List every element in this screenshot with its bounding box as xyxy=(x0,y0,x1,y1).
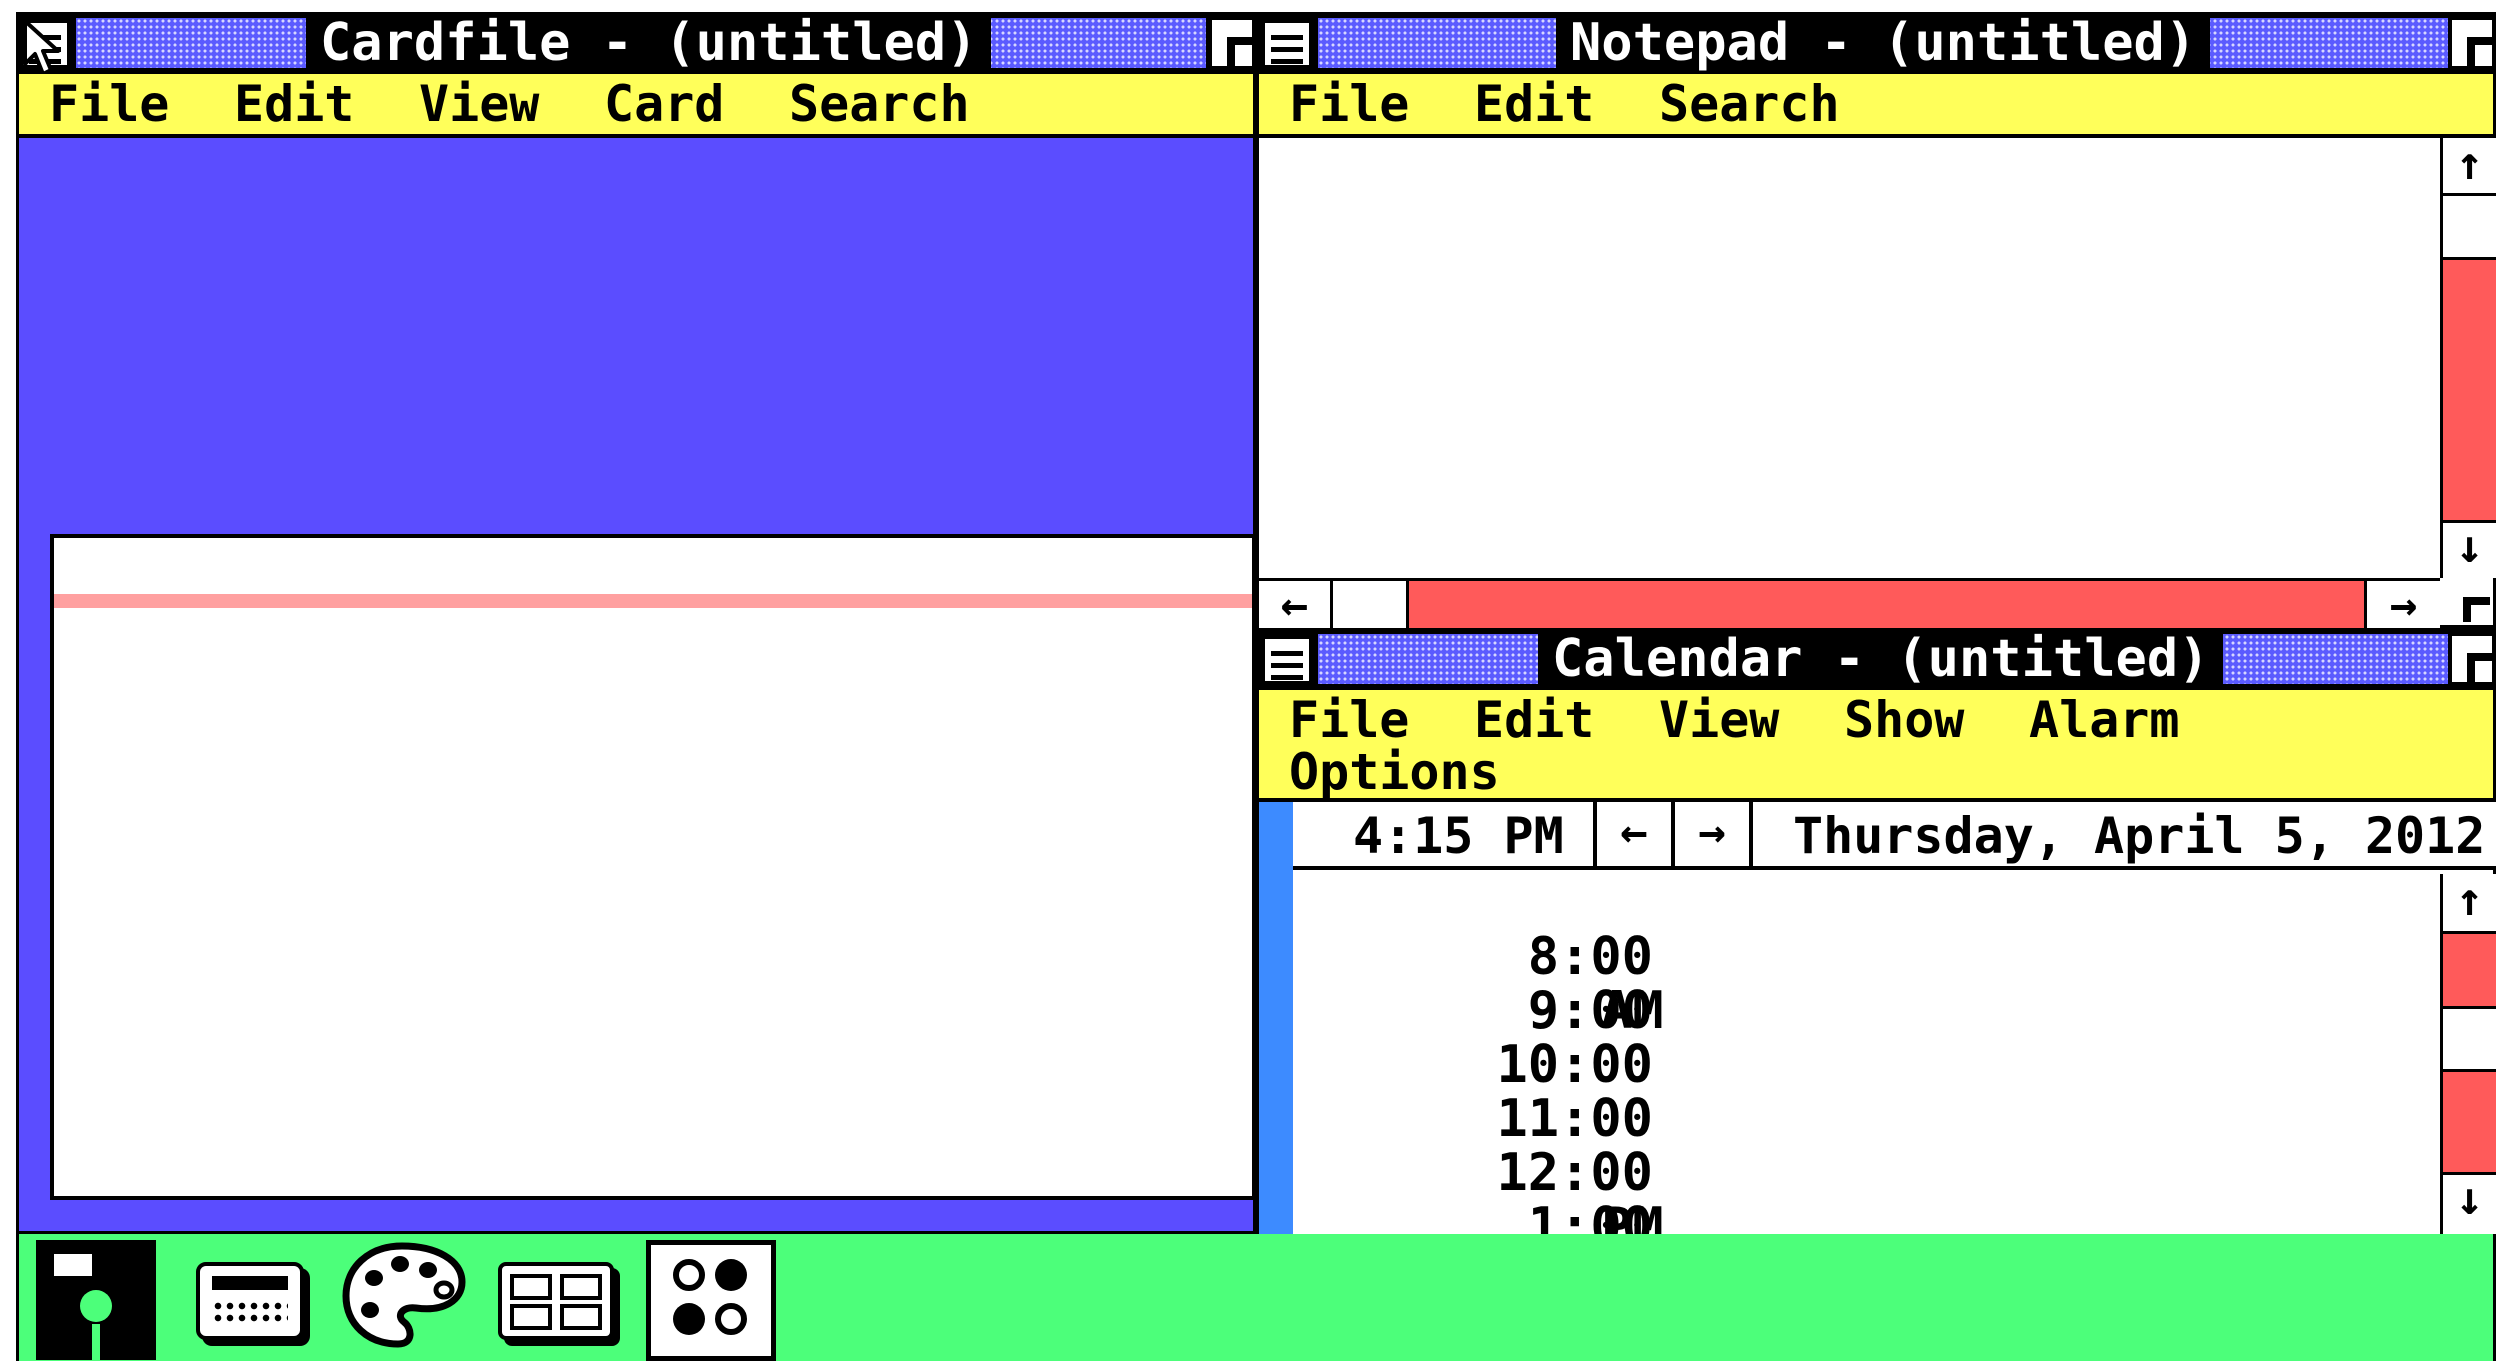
notepad-system-menu-icon[interactable] xyxy=(1262,20,1312,68)
calendar-left-strip xyxy=(1259,802,1293,1234)
reversi-piece-black xyxy=(673,1303,705,1335)
calendar-status-bar: 4:15 PM ← → Thursday, April 5, 2012 xyxy=(1293,802,2496,870)
paint-palette-icon[interactable] xyxy=(340,1240,468,1350)
calculator-icon[interactable] xyxy=(196,1262,304,1340)
notepad-titlebar[interactable]: Notepad - (untitled) xyxy=(1256,12,2496,74)
calendar-menu-file[interactable]: File xyxy=(1289,690,1409,750)
cardfile-menu-search[interactable]: Search xyxy=(789,74,970,134)
notepad-text-area[interactable] xyxy=(1259,138,2439,578)
calendar-menu-alarm[interactable]: Alarm xyxy=(2029,690,2180,750)
cardfile-app-icon[interactable] xyxy=(498,1262,614,1340)
calendar-system-menu-icon[interactable] xyxy=(1262,636,1312,684)
notepad-vscrollbar[interactable]: ↑ ↓ xyxy=(2440,138,2496,578)
cardfile-menu-file[interactable]: File xyxy=(49,74,169,134)
notepad-corner-size-icon xyxy=(2446,582,2490,622)
notepad-hscrollbar[interactable]: ← → xyxy=(1259,578,2440,628)
notepad-title: Notepad - (untitled) xyxy=(1556,12,2211,74)
calendar-appointment-list[interactable]: 8:00 AM 9:00 10:00 11:00 12:00 PM 1:00 xyxy=(1293,874,2440,1254)
cardfile-menu-edit[interactable]: Edit xyxy=(234,74,354,134)
disk-label xyxy=(54,1254,92,1276)
cardfile-icon-cell xyxy=(560,1274,602,1300)
calendar-next-day-icon[interactable]: → xyxy=(1677,808,1747,864)
calculator-display xyxy=(212,1276,288,1290)
notepad-vscroll-track[interactable] xyxy=(2443,260,2496,520)
notepad-vscroll-thumb[interactable] xyxy=(2443,196,2496,260)
calendar-menu-view[interactable]: View xyxy=(1659,690,1779,750)
calendar-size-box-icon[interactable] xyxy=(2452,636,2492,682)
calendar-vscrollbar[interactable]: ↑ ↓ xyxy=(2440,874,2496,1234)
disk-hub xyxy=(80,1290,112,1322)
disk-slot xyxy=(92,1324,100,1360)
card[interactable] xyxy=(50,534,1256,1200)
cardfile-icon-cell xyxy=(510,1304,552,1330)
calendar-titlebar[interactable]: Calendar - (untitled) xyxy=(1256,628,2496,690)
calendar-date: Thursday, April 5, 2012 xyxy=(1793,807,2486,865)
calendar-scroll-up-icon[interactable]: ↑ xyxy=(2443,876,2496,934)
notepad-scroll-down-icon[interactable]: ↓ xyxy=(2443,520,2496,576)
notepad-menu-edit[interactable]: Edit xyxy=(1474,74,1594,134)
notepad-menubar: File Edit Search xyxy=(1259,74,2493,134)
calendar-vscroll-track-upper[interactable] xyxy=(2443,934,2496,1006)
calendar-menu-show[interactable]: Show xyxy=(1844,690,1964,750)
reversi-piece-black xyxy=(715,1259,747,1291)
calendar-current-time: 4:15 PM xyxy=(1353,807,1564,865)
cardfile-icon-cell xyxy=(510,1274,552,1300)
calendar-vscroll-thumb[interactable] xyxy=(2443,1006,2496,1072)
notepad-hscroll-thumb[interactable] xyxy=(1333,581,1409,628)
calendar-vscroll-track-lower[interactable] xyxy=(2443,1072,2496,1172)
cardfile-titlebar[interactable]: Cardfile - (untitled) xyxy=(16,12,1256,74)
calendar-menubar: File Edit View Show Alarm Options xyxy=(1259,690,2493,802)
cardfile-size-box-icon[interactable] xyxy=(1212,20,1252,66)
calculator-keys xyxy=(212,1300,288,1326)
notepad-menu-search[interactable]: Search xyxy=(1659,74,1840,134)
calendar-status-divider-3 xyxy=(1749,802,1753,866)
notepad-scroll-up-icon[interactable]: ↑ xyxy=(2443,140,2496,196)
calendar-prev-day-icon[interactable]: ← xyxy=(1599,808,1669,864)
cardfile-icon-cell xyxy=(560,1304,602,1330)
reversi-piece-white xyxy=(715,1303,747,1335)
card-index-line xyxy=(54,594,1252,608)
notepad-scroll-left-icon[interactable]: ← xyxy=(1259,581,1333,628)
notepad-size-box-icon[interactable] xyxy=(2452,20,2492,66)
cardfile-menubar: File Edit View Card Search xyxy=(19,74,1253,134)
cardfile-menu-card[interactable]: Card xyxy=(604,74,724,134)
cardfile-menu-divider xyxy=(19,134,1253,138)
cardfile-title: Cardfile - (untitled) xyxy=(306,12,992,74)
notepad-hscroll-track[interactable] xyxy=(1409,581,2364,628)
calendar-title: Calendar - (untitled) xyxy=(1538,628,2224,690)
mouse-pointer-icon xyxy=(23,19,60,76)
calendar-scroll-down-icon[interactable]: ↓ xyxy=(2443,1172,2496,1232)
notepad-menu-file[interactable]: File xyxy=(1289,74,1409,134)
calendar-menu-options[interactable]: Options xyxy=(1289,742,1500,802)
calendar-menu-edit[interactable]: Edit xyxy=(1474,690,1594,750)
calendar-status-divider-2 xyxy=(1671,802,1675,866)
notepad-scroll-right-icon[interactable]: → xyxy=(2364,581,2440,628)
reversi-icon[interactable] xyxy=(646,1240,776,1361)
calendar-status-divider-1 xyxy=(1593,802,1597,866)
cardfile-menu-view[interactable]: View xyxy=(419,74,539,134)
disk-icon[interactable] xyxy=(36,1240,156,1360)
reversi-piece-white xyxy=(673,1259,705,1291)
